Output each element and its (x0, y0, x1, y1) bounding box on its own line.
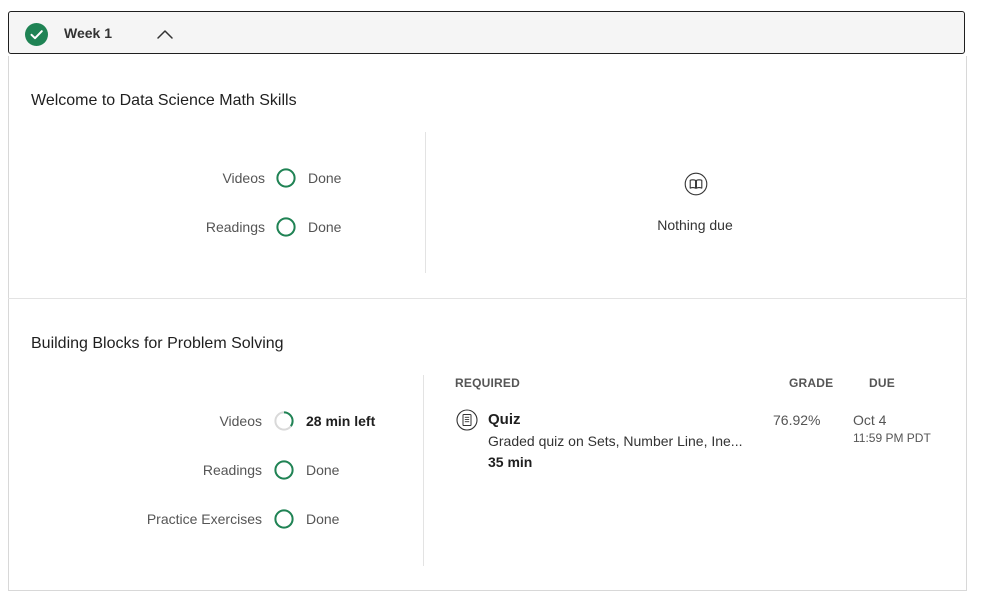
nothing-due-text: Nothing due (657, 217, 733, 233)
section-title: Welcome to Data Science Math Skills (31, 92, 297, 109)
progress-status: Done (306, 462, 340, 478)
check-circle-icon (25, 23, 48, 46)
quiz-duration: 35 min (488, 454, 533, 470)
progress-ring-icon (276, 217, 296, 237)
chevron-up-icon[interactable] (154, 26, 176, 44)
section-title: Building Blocks for Problem Solving (31, 335, 284, 352)
progress-label: Readings (205, 219, 265, 235)
progress-label: Practice Exercises (146, 511, 262, 527)
progress-ring-icon (274, 460, 294, 480)
quiz-link[interactable]: Quiz (488, 411, 521, 428)
column-divider (423, 375, 424, 566)
progress-label: Videos (219, 413, 262, 429)
progress-ring-icon (274, 411, 294, 431)
progress-status: Done (308, 219, 342, 235)
quiz-description: Graded quiz on Sets, Number Line, Ine... (488, 433, 743, 449)
required-column-header: REQUIRED (455, 376, 520, 390)
progress-ring-icon (274, 509, 294, 529)
progress-ring-icon (276, 168, 296, 188)
grade-column-header: GRADE (789, 376, 834, 390)
section-divider (8, 298, 967, 299)
progress-label: Videos (222, 170, 265, 186)
progress-label: Readings (202, 462, 262, 478)
progress-status: Done (306, 511, 340, 527)
quiz-due-date: Oct 4 (853, 412, 887, 428)
book-icon (684, 172, 708, 196)
quiz-icon (456, 409, 478, 431)
progress-status: Done (308, 170, 342, 186)
week-title: Week 1 (64, 25, 112, 41)
column-divider (425, 132, 426, 273)
progress-status: 28 min left (306, 413, 376, 429)
week-header[interactable]: Week 1 (8, 11, 965, 54)
quiz-grade: 76.92% (773, 412, 821, 428)
quiz-due-time: 11:59 PM PDT (853, 431, 931, 445)
due-column-header: DUE (869, 376, 895, 390)
